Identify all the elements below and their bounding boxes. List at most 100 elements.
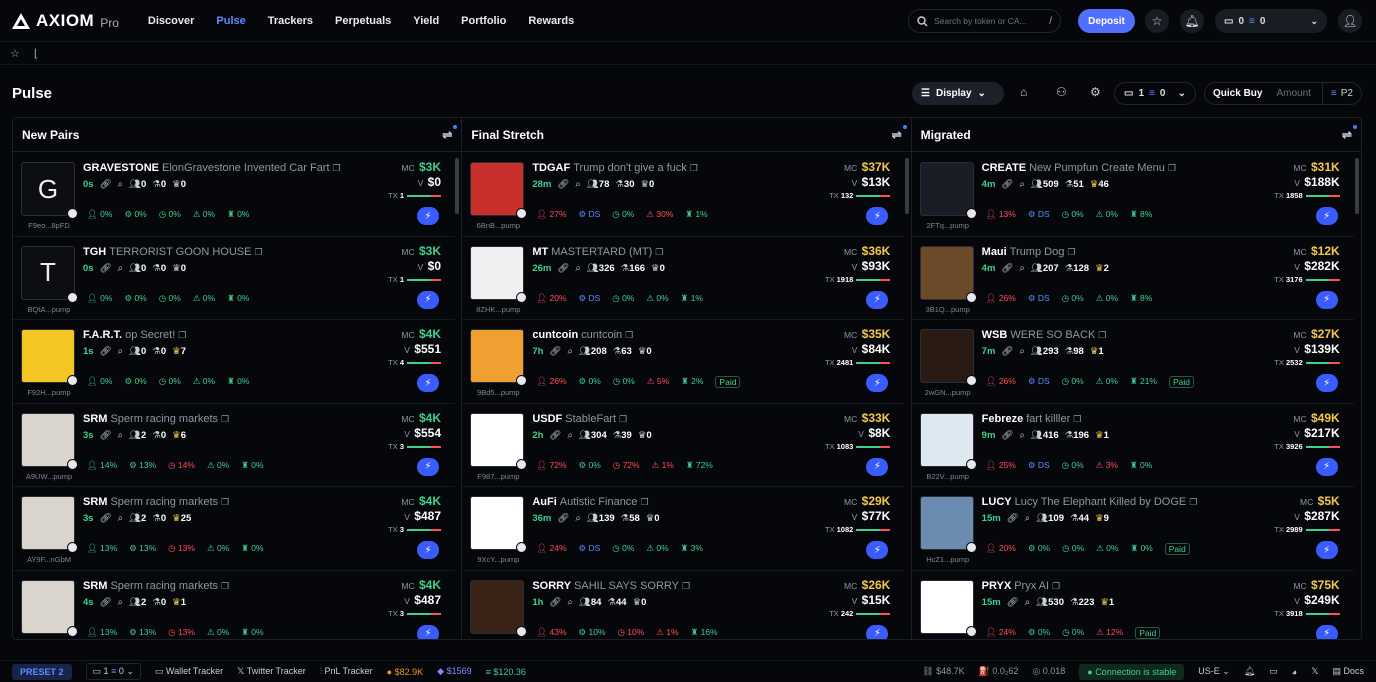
search-icon[interactable]: ⌕	[118, 430, 123, 441]
discord-icon[interactable]: ◕	[1292, 667, 1297, 677]
token-image[interactable]: T	[21, 245, 75, 300]
quick-buy-button[interactable]: ⚡︎	[866, 457, 889, 476]
brand-logo[interactable]: AXIOM Pro	[12, 11, 119, 31]
x-icon[interactable]: 𝕏	[1311, 666, 1318, 677]
nav-perpetuals[interactable]: Perpetuals	[324, 15, 402, 27]
twitter-tracker-link[interactable]: 𝕏 Twitter Tracker	[237, 666, 306, 677]
link-icon[interactable]: 🔗︎	[549, 430, 561, 441]
nav-trackers[interactable]: Trackers	[257, 15, 324, 27]
token-address[interactable]: AY9F...nGbM	[19, 555, 79, 564]
search-icon[interactable]: ⌕	[118, 597, 123, 608]
preset-selector[interactable]: ≡ P2	[1321, 83, 1361, 104]
token-card[interactable]: 9Bd5...pump cuntcoin cuntcoin ❐ 7h 🔗︎ ⌕ 👥︎…	[462, 320, 905, 404]
scrollbar[interactable]	[455, 158, 460, 214]
quick-buy-button[interactable]: ⚡︎	[1315, 457, 1338, 476]
search-icon[interactable]: ⌕	[575, 179, 580, 190]
token-address[interactable]: F9eo...8pFD	[19, 221, 79, 230]
quick-buy-button[interactable]: ⚡︎	[866, 624, 889, 639]
search-icon[interactable]: ⌕	[575, 513, 580, 524]
bell-icon[interactable]: 🔔︎	[1244, 666, 1255, 677]
link-icon[interactable]: 🔗︎	[100, 513, 112, 524]
copy-icon[interactable]: ❐	[1168, 163, 1176, 173]
token-card[interactable]: G F9eo...8pFD GRAVESTONE ElonGravestone I…	[13, 153, 455, 237]
copy-icon[interactable]: ❐	[1098, 330, 1106, 340]
copy-icon[interactable]: ❐	[1067, 247, 1075, 257]
quick-buy-button[interactable]: ⚡︎	[417, 541, 439, 559]
token-title[interactable]: F.A.R.T. op Secret! ❐	[83, 329, 186, 341]
search-icon[interactable]: ⌕	[1019, 179, 1024, 190]
token-image[interactable]	[21, 329, 75, 383]
nav-pulse[interactable]: Pulse	[205, 15, 256, 27]
token-title[interactable]: CREATE New Pumpfun Create Menu ❐	[982, 162, 1176, 174]
user-icon[interactable]: 👤︎	[1338, 9, 1362, 33]
token-title[interactable]: SRM Sperm racing markets ❐	[83, 413, 229, 425]
link-icon[interactable]: 🔗︎	[1007, 513, 1019, 524]
nav-yield[interactable]: Yield	[402, 15, 450, 27]
token-address[interactable]: F92H...pump	[19, 388, 79, 397]
token-image[interactable]	[919, 162, 974, 216]
copy-icon[interactable]: ❐	[690, 163, 698, 173]
token-address[interactable]: 2wGN...pump	[918, 388, 978, 397]
token-card[interactable]: AY9F...nGbM SRM Sperm racing markets ❐ 3s …	[13, 487, 455, 571]
token-image[interactable]	[470, 496, 525, 550]
token-image[interactable]	[919, 496, 974, 550]
copy-icon[interactable]: ❐	[1073, 414, 1081, 424]
copy-icon[interactable]: ❐	[1052, 581, 1060, 591]
quick-buy-button[interactable]: ⚡︎	[1315, 290, 1338, 309]
wallet-button[interactable]: ▭ 0 ≡ 0 ⌄	[1215, 9, 1327, 33]
token-title[interactable]: USDF StableFart ❐	[532, 413, 627, 425]
link-icon[interactable]: 🔗︎	[100, 263, 112, 274]
token-card[interactable]: 2wGN...pump WSB WERE SO BACK ❐ 7m 🔗︎ ⌕ 👥︎2…	[911, 320, 1354, 404]
link-icon[interactable]: 🔗︎	[100, 597, 112, 608]
link-icon[interactable]: 🔗︎	[1007, 597, 1019, 608]
quick-buy-button[interactable]: ⚡︎	[1315, 624, 1338, 639]
token-title[interactable]: SRM Sperm racing markets ❐	[83, 496, 229, 508]
copy-icon[interactable]: ❐	[221, 497, 229, 507]
link-icon[interactable]: 🔗︎	[557, 179, 569, 190]
search-icon[interactable]: ⌕	[567, 430, 572, 441]
copy-icon[interactable]: ❐	[254, 247, 262, 257]
link-icon[interactable]: 🔗︎	[1001, 263, 1013, 274]
copy-icon[interactable]: ❐	[178, 330, 186, 340]
hide-icon[interactable]: ⌂	[1020, 85, 1027, 99]
token-card[interactable]: F987...pump USDF StableFart ❐ 2h 🔗︎ ⌕ 👥︎30…	[462, 404, 905, 487]
quick-buy-button[interactable]: ⚡︎	[866, 374, 889, 392]
link-icon[interactable]: 🔗︎	[1001, 430, 1013, 441]
token-address[interactable]: 9Bd5...pump	[468, 388, 528, 397]
token-image[interactable]	[919, 579, 974, 634]
token-card[interactable]: F92H...pump F.A.R.T. op Secret! ❐ 1s 🔗︎ ⌕ …	[13, 320, 455, 404]
watchlist-star-icon[interactable]: ☆	[10, 47, 20, 60]
quick-buy-button[interactable]: ⚡︎	[866, 290, 889, 309]
footer-selector[interactable]: ▭ 1 ≡ 0 ⌄	[85, 663, 141, 680]
token-title[interactable]: MT MASTERTARD (MT) ❐	[532, 246, 663, 258]
token-card[interactable]: B22V...pump Febreze fart killler ❐ 9m 🔗︎ ⌕…	[911, 404, 1354, 487]
pnl-tracker-link[interactable]: ⫶ PnL Tracker	[320, 666, 373, 677]
token-image[interactable]	[21, 496, 75, 550]
quick-buy-button[interactable]: ⚡︎	[417, 290, 439, 309]
token-card[interactable]: 2FTq...pump CREATE New Pumpfun Create Men…	[911, 153, 1354, 237]
wallet-tracker-link[interactable]: ▭ Wallet Tracker	[155, 666, 223, 677]
link-icon[interactable]: 🔗︎	[1001, 346, 1013, 357]
link-icon[interactable]: 🔗︎	[549, 597, 561, 608]
token-image[interactable]	[470, 245, 525, 300]
scrollbar[interactable]	[904, 158, 909, 214]
token-title[interactable]: TDGAF Trump don't give a fuck ❐	[532, 162, 698, 174]
token-image[interactable]	[470, 329, 525, 383]
link-icon[interactable]: 🔗︎	[1001, 179, 1013, 190]
copy-icon[interactable]: ❐	[221, 414, 229, 424]
star-icon[interactable]: ☆	[1145, 9, 1169, 33]
token-title[interactable]: SORRY SAHIL SAYS SORRY ❐	[532, 580, 690, 592]
token-card[interactable]: PRYX Pryx AI ❐ 15m 🔗︎ ⌕ 👥︎530 ⚗︎223 ♛1 👤︎ …	[912, 571, 1354, 639]
deposit-button[interactable]: Deposit	[1078, 9, 1135, 33]
copy-icon[interactable]: ❐	[625, 330, 633, 340]
filter-settings-icon[interactable]: ⇌	[1342, 124, 1358, 142]
link-icon[interactable]: 🔗︎	[557, 513, 569, 524]
link-icon[interactable]: 🔗︎	[557, 263, 569, 274]
token-card[interactable]: 3B1Q...pump Maui Trump Dog ❐ 4m 🔗︎ ⌕ 👥︎207…	[911, 237, 1354, 320]
token-image[interactable]	[919, 245, 974, 300]
token-address[interactable]: HcZ1...pump	[918, 555, 978, 564]
quick-buy-button[interactable]: ⚡︎	[1315, 207, 1338, 225]
copy-icon[interactable]: ❐	[333, 163, 341, 173]
quick-buy-button[interactable]: ⚡︎	[866, 541, 889, 559]
scrollbar[interactable]	[1354, 158, 1359, 214]
